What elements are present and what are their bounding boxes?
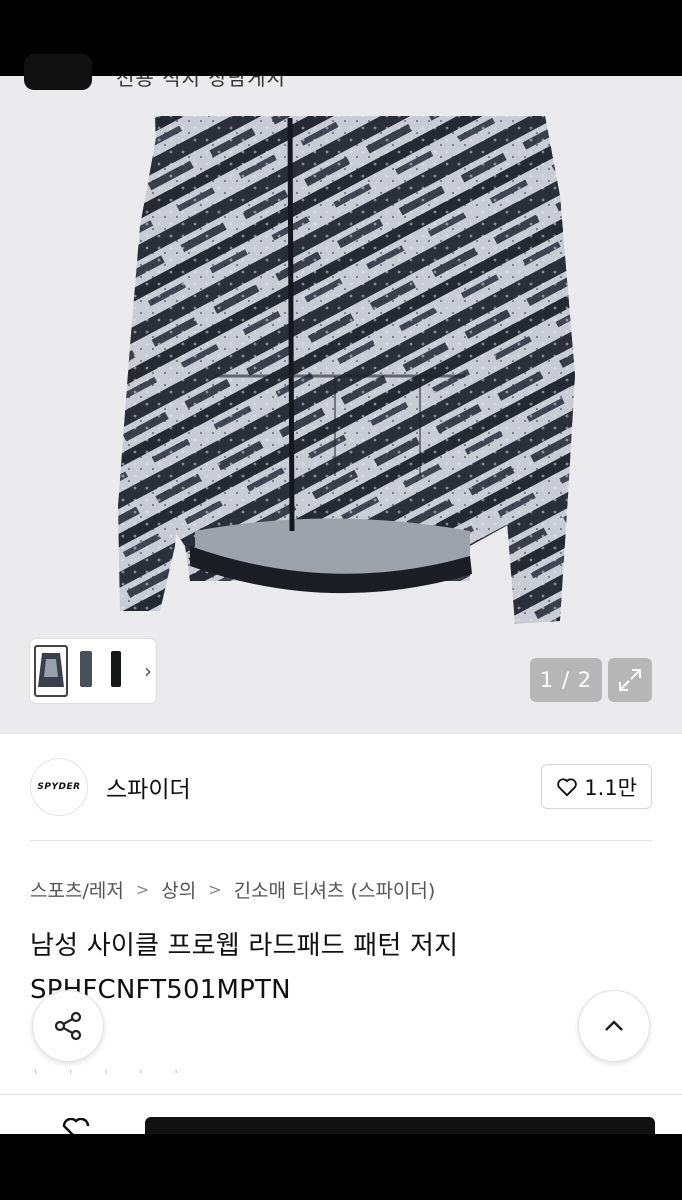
thumbnail-more-chevron[interactable]: › xyxy=(144,659,152,683)
brand-logo[interactable]: SPYDER xyxy=(30,758,88,816)
breadcrumb: 스포츠/레저 > 상의 > 긴소매 티셔츠 (스파이더) xyxy=(30,876,435,903)
thumbnail-side[interactable] xyxy=(70,645,101,697)
thumbnail-back[interactable] xyxy=(103,645,134,697)
chevron-up-icon xyxy=(605,1020,623,1031)
expand-icon xyxy=(619,669,641,691)
heart-icon xyxy=(557,777,578,796)
product-title: 남성 사이클 프로웹 라드패드 패턴 저지 SPHFCNFT501MPTN xyxy=(30,931,459,1005)
decorative-marks: ' ' ' ' ' xyxy=(34,1068,192,1082)
like-button[interactable]: 1.1만 xyxy=(541,764,652,809)
share-icon xyxy=(54,1011,82,1041)
divider xyxy=(30,840,652,841)
thumbnail-front[interactable] xyxy=(34,645,68,697)
share-button[interactable] xyxy=(32,990,104,1062)
chevron-right-icon: > xyxy=(208,880,222,899)
product-image-gallery[interactable]: › 1 / 2 xyxy=(0,76,682,734)
chevron-right-icon: > xyxy=(135,880,150,899)
expand-button[interactable] xyxy=(608,658,652,702)
thumbnail-strip[interactable]: › xyxy=(30,639,156,703)
status-bar-area xyxy=(0,0,682,76)
brand-row: SPYDER 스파이더 1.1만 xyxy=(30,757,652,817)
image-counter: 1 / 2 xyxy=(530,658,602,702)
breadcrumb-item[interactable]: 스포츠/레저 xyxy=(30,876,124,903)
like-count: 1.1만 xyxy=(584,775,637,800)
section-divider xyxy=(0,1094,682,1095)
product-screen: 전용 적지 상담게시 › 1 / 2 SPYDER 스파이더 1.1만 스포츠/… xyxy=(0,0,682,1200)
nav-bar-area xyxy=(0,1134,682,1200)
back-pill[interactable] xyxy=(24,54,92,90)
breadcrumb-item[interactable]: 상의 xyxy=(161,876,196,903)
product-image xyxy=(118,116,575,624)
brand-name[interactable]: 스파이더 xyxy=(106,770,191,804)
scroll-top-button[interactable] xyxy=(578,990,650,1062)
breadcrumb-item[interactable]: 긴소매 티셔츠 (스파이더) xyxy=(234,876,436,903)
